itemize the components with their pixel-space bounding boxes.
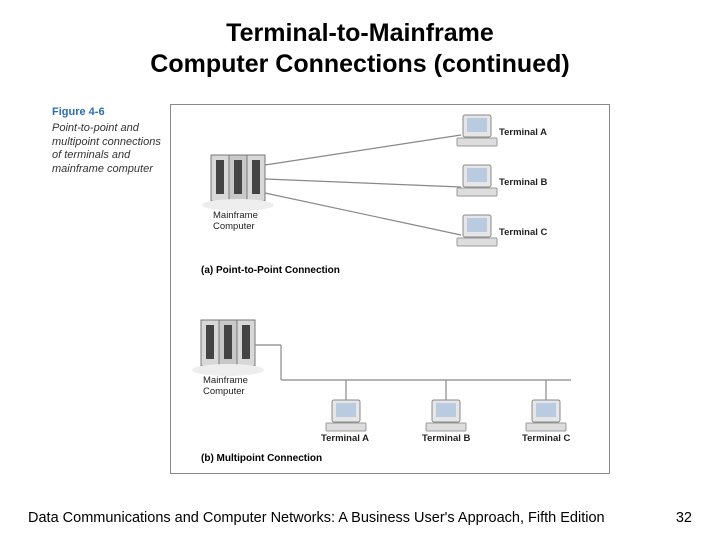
slide-title: Terminal-to-Mainframe Computer Connectio… bbox=[0, 0, 720, 81]
title-line-1: Terminal-to-Mainframe bbox=[226, 19, 494, 47]
terminal-b-icon-bottom bbox=[426, 400, 466, 431]
terminal-c-label-bottom: Terminal C bbox=[522, 433, 570, 444]
mainframe-a-label-2: Computer bbox=[213, 221, 255, 232]
slide-footer: Data Communications and Computer Network… bbox=[28, 510, 692, 526]
section-b-caption: (b) Multipoint Connection bbox=[201, 453, 322, 464]
terminal-a-icon-bottom bbox=[326, 400, 366, 431]
mainframe-b-label-1: Mainframe bbox=[203, 375, 248, 386]
mainframe-a-label-1: Mainframe bbox=[213, 210, 258, 221]
title-line-2: Computer Connections (continued) bbox=[150, 50, 569, 78]
mainframe-b-label-2: Computer bbox=[203, 386, 245, 397]
content-area: Figure 4-6 Point-to-point and multipoint… bbox=[40, 100, 680, 480]
terminal-b-label-bottom: Terminal B bbox=[422, 433, 470, 444]
terminal-c-icon-top bbox=[457, 215, 497, 246]
diagram-svg bbox=[171, 105, 611, 475]
terminal-c-icon-bottom bbox=[526, 400, 566, 431]
figure-diagram-box: Mainframe Computer Terminal A Terminal B… bbox=[170, 104, 610, 474]
mainframe-b-label: Mainframe Computer bbox=[203, 375, 248, 397]
terminal-b-label-top: Terminal B bbox=[499, 177, 547, 188]
mainframe-a-icon bbox=[202, 155, 274, 211]
figure-caption: Point-to-point and multipoint connection… bbox=[52, 122, 162, 177]
terminal-a-label-bottom: Terminal A bbox=[321, 433, 369, 444]
figure-label: Figure 4-6 bbox=[52, 106, 162, 120]
terminal-c-label-top: Terminal C bbox=[499, 227, 547, 238]
mainframe-b-icon bbox=[192, 320, 264, 376]
terminal-b-icon-top bbox=[457, 165, 497, 196]
mainframe-a-label: Mainframe Computer bbox=[213, 210, 258, 232]
terminal-a-icon-top bbox=[457, 115, 497, 146]
section-a-caption: (a) Point-to-Point Connection bbox=[201, 265, 340, 276]
page-number: 32 bbox=[676, 510, 692, 526]
footer-text: Data Communications and Computer Network… bbox=[28, 510, 605, 526]
terminal-a-label-top: Terminal A bbox=[499, 127, 547, 138]
figure-caption-column: Figure 4-6 Point-to-point and multipoint… bbox=[52, 106, 162, 177]
